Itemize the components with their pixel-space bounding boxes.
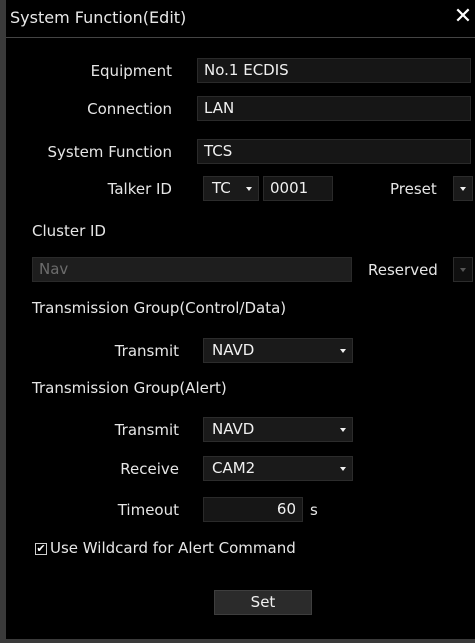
alert-transmit-value: NAVD [212,420,255,438]
timeout-label: Timeout [117,501,179,519]
timeout-unit: s [310,501,318,519]
group-control-heading: Transmission Group(Control/Data) [32,299,287,317]
title-bar: System Function(Edit) ✕ [6,0,475,38]
preset-label: Preset [390,180,437,198]
control-transmit-dropdown[interactable]: NAVD [203,338,353,363]
equipment-field[interactable]: No.1 ECDIS [197,58,471,83]
group-alert-heading: Transmission Group(Alert) [32,379,227,397]
wildcard-label: Use Wildcard for Alert Command [50,539,296,557]
dialog-title: System Function(Edit) [10,8,187,27]
timeout-field[interactable]: 60 [203,497,303,522]
wildcard-checkbox[interactable]: ✔ [35,543,47,555]
talker-id-value: TC [212,179,231,197]
alert-receive-label: Receive [120,460,179,478]
reserved-label: Reserved [368,261,438,279]
alert-transmit-dropdown[interactable]: NAVD [203,417,353,442]
alert-transmit-label: Transmit [114,421,179,439]
system-function-edit-dialog: System Function(Edit) ✕ Equipment No.1 E… [0,0,475,643]
set-button[interactable]: Set [214,590,312,615]
talker-id-dropdown[interactable]: TC [203,176,259,201]
chevron-down-icon [246,187,252,191]
alert-receive-dropdown[interactable]: CAM2 [203,456,353,481]
close-icon[interactable]: ✕ [451,4,475,30]
talker-id-label: Talker ID [107,180,172,198]
cluster-id-label: Cluster ID [32,222,106,240]
control-transmit-label: Transmit [114,342,179,360]
system-function-label: System Function [47,143,172,161]
alert-receive-value: CAM2 [212,459,256,477]
reserved-dropdown[interactable] [453,257,473,282]
chevron-down-icon [340,467,346,471]
preset-dropdown[interactable] [453,176,473,201]
chevron-down-icon [340,349,346,353]
chevron-down-icon [460,268,466,272]
cluster-id-field[interactable]: Nav [32,257,352,282]
equipment-label: Equipment [90,62,172,80]
chevron-down-icon [460,187,466,191]
connection-field[interactable]: LAN [197,96,471,121]
system-function-field[interactable]: TCS [197,139,471,164]
connection-label: Connection [87,100,172,118]
timeout-value: 60 [276,500,296,518]
control-transmit-value: NAVD [212,341,255,359]
talker-number-field[interactable]: 0001 [263,176,333,201]
chevron-down-icon [340,428,346,432]
